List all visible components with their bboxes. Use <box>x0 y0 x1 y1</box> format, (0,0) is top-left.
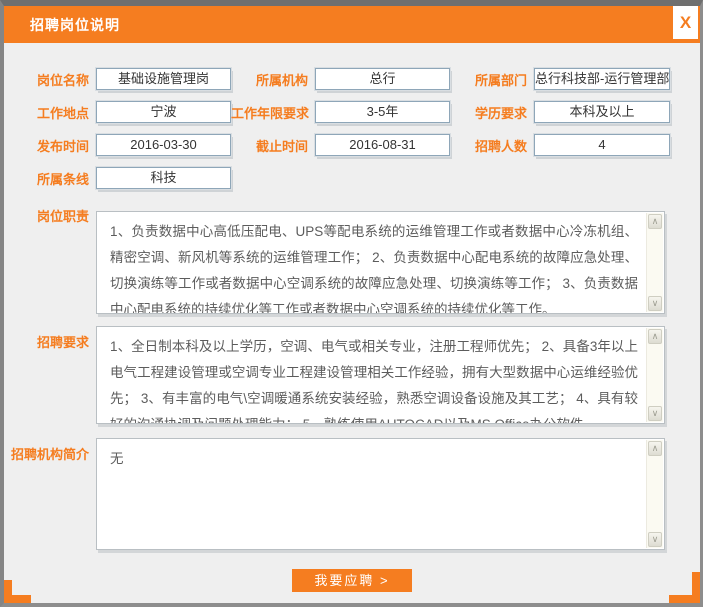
job-posting-dialog: 招聘岗位说明 X 岗位名称 基础设施管理岗 所属机构 总行 所属部门 总行科技部… <box>0 0 703 607</box>
requirements-scrollbar[interactable]: ∧ ∨ <box>646 328 663 422</box>
fields-grid: 岗位名称 基础设施管理岗 所属机构 总行 所属部门 总行科技部-运行管理部 工作… <box>4 68 700 189</box>
chevron-up-icon: ∧ <box>652 216 659 226</box>
experience-label: 工作年限要求 <box>231 103 315 122</box>
agency-intro-textarea[interactable]: 无 ∧ ∨ <box>96 438 665 550</box>
dialog-content: 岗位名称 基础设施管理岗 所属机构 总行 所属部门 总行科技部-运行管理部 工作… <box>4 68 700 592</box>
agency-intro-text: 无 <box>97 439 646 549</box>
dialog-titlebar: 招聘岗位说明 X <box>4 6 700 43</box>
requirements-text: 1、全日制本科及以上学历，空调、电气或相关专业，注册工程师优先； 2、具备3年以… <box>97 327 646 423</box>
job-duty-text: 1、负责数据中心高低压配电、UPS等配电系统的运维管理工作或者数据中心冷冻机组、… <box>97 212 646 313</box>
scroll-up-button[interactable]: ∧ <box>648 214 662 229</box>
agency-intro-scrollbar[interactable]: ∧ ∨ <box>646 440 663 548</box>
chevron-down-icon: ∨ <box>652 408 659 418</box>
requirements-section: 招聘要求 1、全日制本科及以上学历，空调、电气或相关专业，注册工程师优先； 2、… <box>4 326 700 424</box>
education-label: 学历要求 <box>450 103 534 122</box>
scroll-up-button[interactable]: ∧ <box>648 441 662 456</box>
close-icon: X <box>680 13 691 32</box>
headcount-label: 招聘人数 <box>450 136 534 155</box>
deadline-label: 截止时间 <box>231 136 315 155</box>
agency-intro-label: 招聘机构简介 <box>4 438 96 463</box>
agency-intro-section: 招聘机构简介 无 ∧ ∨ <box>4 438 700 550</box>
chevron-down-icon: ∨ <box>652 298 659 308</box>
chevron-up-icon: ∧ <box>652 331 659 341</box>
chevron-down-icon: ∨ <box>652 534 659 544</box>
job-duty-label: 岗位职责 <box>4 200 96 225</box>
publish-date-label: 发布时间 <box>4 136 96 155</box>
organization-input[interactable]: 总行 <box>315 68 450 90</box>
experience-input[interactable]: 3-5年 <box>315 101 450 123</box>
headcount-input[interactable]: 4 <box>534 134 670 156</box>
job-duty-scrollbar[interactable]: ∧ ∨ <box>646 213 663 312</box>
scroll-down-button[interactable]: ∨ <box>648 296 662 311</box>
position-name-input[interactable]: 基础设施管理岗 <box>96 68 231 90</box>
bottom-left-corner-accent <box>4 580 31 603</box>
business-line-input[interactable]: 科技 <box>96 167 231 189</box>
bottom-right-corner-accent <box>669 572 700 603</box>
department-input[interactable]: 总行科技部-运行管理部 <box>534 68 670 90</box>
close-button[interactable]: X <box>673 6 698 39</box>
job-duty-textarea[interactable]: 1、负责数据中心高低压配电、UPS等配电系统的运维管理工作或者数据中心冷冻机组、… <box>96 211 665 314</box>
requirements-label: 招聘要求 <box>4 326 96 351</box>
chevron-up-icon: ∧ <box>652 443 659 453</box>
scroll-up-button[interactable]: ∧ <box>648 329 662 344</box>
publish-date-input[interactable]: 2016-03-30 <box>96 134 231 156</box>
location-input[interactable]: 宁波 <box>96 101 231 123</box>
business-line-label: 所属条线 <box>4 169 96 188</box>
job-duty-section: 岗位职责 1、负责数据中心高低压配电、UPS等配电系统的运维管理工作或者数据中心… <box>4 200 700 314</box>
deadline-input[interactable]: 2016-08-31 <box>315 134 450 156</box>
scroll-down-button[interactable]: ∨ <box>648 532 662 547</box>
position-name-label: 岗位名称 <box>4 70 96 89</box>
department-label: 所属部门 <box>450 70 534 89</box>
dialog-title: 招聘岗位说明 <box>30 15 120 35</box>
scroll-down-button[interactable]: ∨ <box>648 406 662 421</box>
education-input[interactable]: 本科及以上 <box>534 101 670 123</box>
location-label: 工作地点 <box>4 103 96 122</box>
apply-button[interactable]: 我要应聘 > <box>292 569 412 592</box>
organization-label: 所属机构 <box>231 70 315 89</box>
requirements-textarea[interactable]: 1、全日制本科及以上学历，空调、电气或相关专业，注册工程师优先； 2、具备3年以… <box>96 326 665 424</box>
